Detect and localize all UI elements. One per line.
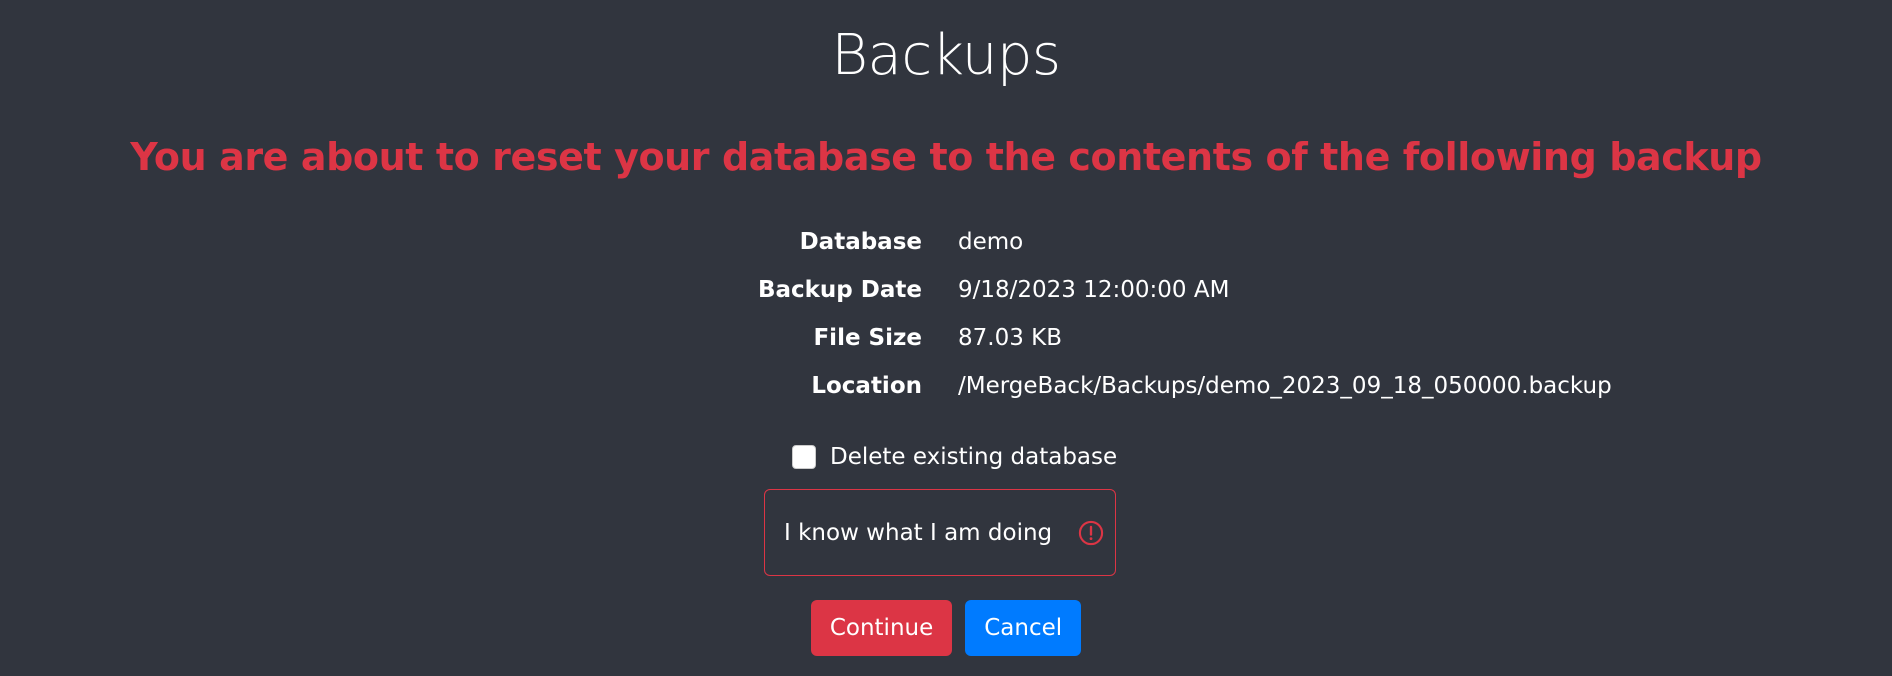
delete-existing-database-label: Delete existing database bbox=[830, 444, 1118, 470]
detail-value: /MergeBack/Backups/demo_2023_09_18_05000… bbox=[958, 373, 1612, 399]
delete-existing-database-option[interactable]: Delete existing database bbox=[792, 436, 1117, 478]
delete-existing-database-checkbox[interactable] bbox=[792, 445, 816, 469]
confirmation-input[interactable] bbox=[765, 490, 1077, 575]
detail-label: Database bbox=[799, 229, 922, 255]
detail-label: File Size bbox=[813, 325, 922, 351]
page-title: Backups bbox=[831, 23, 1061, 88]
detail-row-database: Database demo bbox=[0, 218, 1892, 266]
backup-details: Database demo Backup Date 9/18/2023 12:0… bbox=[0, 218, 1892, 410]
confirmation-field bbox=[764, 489, 1116, 576]
detail-value: demo bbox=[958, 229, 1024, 255]
detail-row-file-size: File Size 87.03 KB bbox=[0, 314, 1892, 362]
cancel-button[interactable]: Cancel bbox=[965, 600, 1082, 656]
reset-warning: You are about to reset your database to … bbox=[130, 135, 1762, 179]
detail-row-backup-date: Backup Date 9/18/2023 12:00:00 AM bbox=[0, 266, 1892, 314]
action-buttons: Continue Cancel bbox=[0, 600, 1892, 656]
exclamation-circle-icon bbox=[1078, 520, 1104, 545]
detail-value: 87.03 KB bbox=[958, 325, 1063, 351]
detail-label: Location bbox=[811, 373, 922, 399]
detail-row-location: Location /MergeBack/Backups/demo_2023_09… bbox=[0, 362, 1892, 410]
detail-label: Backup Date bbox=[757, 277, 922, 303]
continue-button[interactable]: Continue bbox=[810, 600, 953, 656]
detail-value: 9/18/2023 12:00:00 AM bbox=[958, 277, 1230, 303]
backup-restore-page: Backups You are about to reset your data… bbox=[0, 0, 1892, 676]
